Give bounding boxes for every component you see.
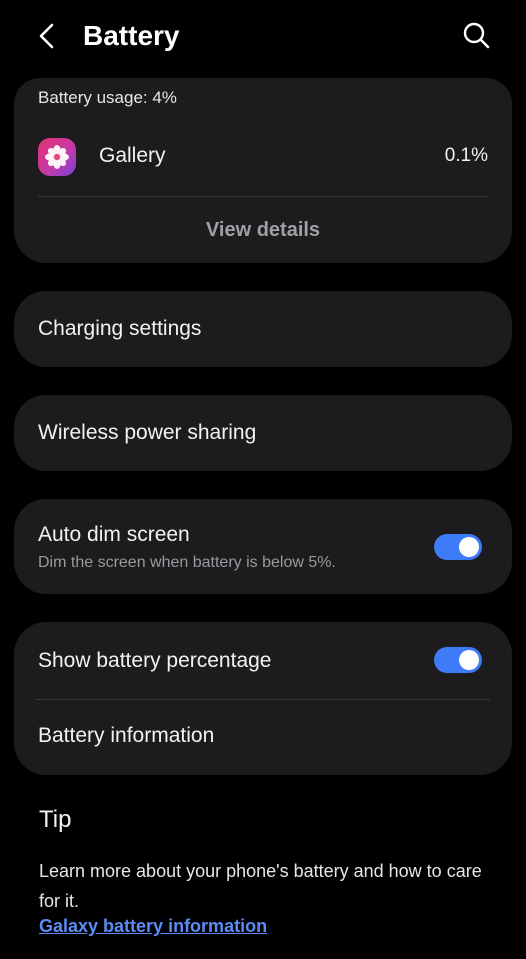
battery-information-label: Battery information: [38, 724, 215, 747]
show-battery-percentage-item[interactable]: Show battery percentage: [14, 622, 512, 698]
app-name: Gallery: [99, 144, 166, 167]
gallery-flower-icon: [38, 138, 76, 176]
app-usage-percent: 0.1%: [444, 145, 488, 166]
view-details-button[interactable]: View details: [14, 204, 512, 256]
tip-heading: Tip: [39, 806, 72, 833]
auto-dim-screen-toggle[interactable]: [434, 534, 482, 560]
toggle-knob: [459, 650, 479, 670]
app-usage-row-gallery[interactable]: Gallery 0.1%: [14, 126, 512, 190]
battery-information-item[interactable]: Battery information: [14, 700, 512, 775]
auto-dim-screen-description: Dim the screen when battery is below 5%.: [38, 554, 336, 571]
wireless-power-sharing-item[interactable]: Wireless power sharing: [14, 395, 512, 471]
search-button[interactable]: [458, 17, 494, 53]
show-battery-percentage-label: Show battery percentage: [38, 649, 272, 672]
tip-body-text: Learn more about your phone's battery an…: [39, 861, 482, 911]
battery-usage-header: Battery usage: 4%: [38, 88, 177, 107]
charging-settings-item[interactable]: Charging settings: [14, 291, 512, 367]
auto-dim-screen-item[interactable]: Auto dim screen Dim the screen when batt…: [14, 499, 512, 594]
galaxy-battery-information-link[interactable]: Galaxy battery information: [39, 916, 267, 937]
toggle-knob: [459, 537, 479, 557]
battery-usage-card: Battery usage: 4% Gallery 0.1% View deta…: [14, 78, 512, 263]
back-button[interactable]: [30, 18, 66, 54]
wireless-power-sharing-label: Wireless power sharing: [38, 421, 257, 444]
show-battery-percentage-toggle[interactable]: [434, 647, 482, 673]
page-title: Battery: [83, 20, 180, 51]
top-app-bar: Battery: [0, 0, 526, 72]
chevron-left-icon: [39, 23, 54, 49]
charging-settings-label: Charging settings: [38, 317, 202, 340]
divider: [38, 196, 488, 197]
battery-display-group: Show battery percentage Battery informat…: [14, 622, 512, 775]
search-icon: [463, 22, 490, 49]
auto-dim-screen-label: Auto dim screen: [38, 523, 190, 546]
